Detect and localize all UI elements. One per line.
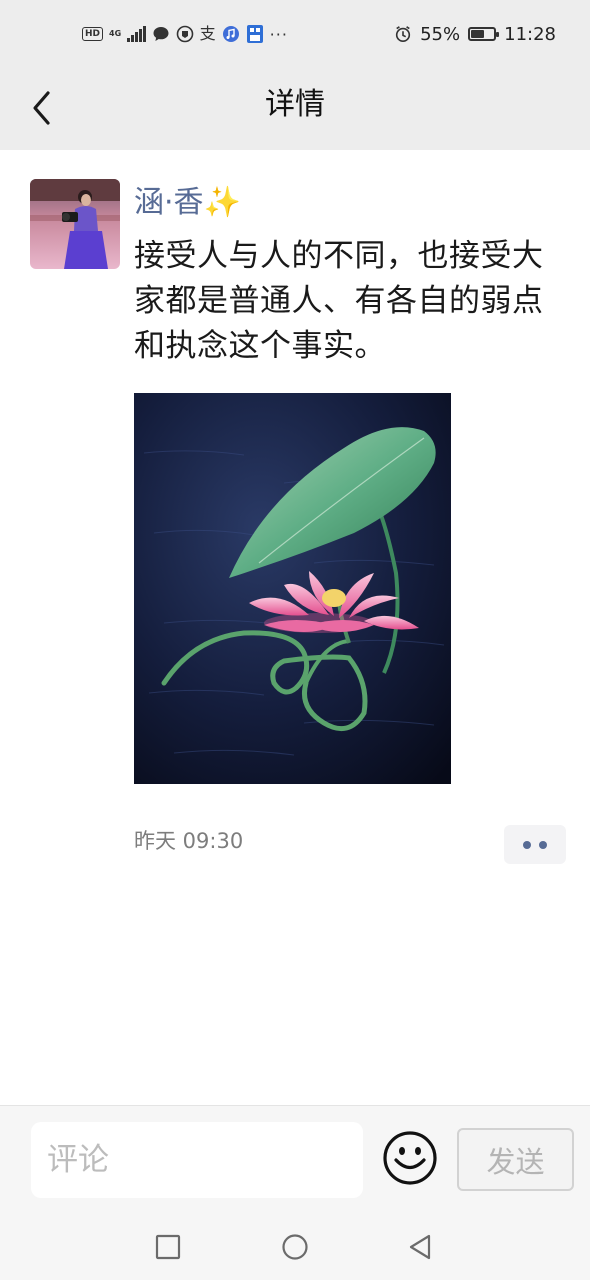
status-right-icons: 55% 11:28 (394, 22, 556, 46)
recents-button[interactable] (150, 1229, 186, 1265)
shield-app-icon (176, 25, 194, 43)
post-text: 接受人与人的不同，也接受大家都是普通人、有各自的弱点和执念这个事实。 (134, 238, 544, 364)
smiley-icon (383, 1131, 437, 1185)
top-navigation-bar: 详情 (0, 70, 590, 150)
system-back-button[interactable] (402, 1229, 438, 1265)
circle-icon (282, 1234, 308, 1260)
clock: 11:28 (504, 23, 556, 45)
battery-percent: 55% (420, 23, 461, 45)
author-avatar[interactable] (30, 179, 120, 269)
alarm-icon (394, 25, 412, 43)
author-name[interactable]: 涵·香✨ (134, 181, 241, 225)
post-image[interactable] (134, 393, 451, 784)
music-app-icon (222, 25, 240, 43)
more-notifications-icon: ··· (269, 24, 288, 44)
home-button[interactable] (277, 1229, 313, 1265)
post-timestamp: 昨天 09:30 (134, 829, 244, 853)
blue-app-icon (246, 25, 264, 43)
hd-icon: HD (82, 27, 104, 41)
emoji-button[interactable] (382, 1130, 438, 1186)
comment-input[interactable] (31, 1122, 363, 1198)
square-icon (155, 1234, 181, 1260)
send-button[interactable]: 发送 (457, 1128, 574, 1191)
triangle-back-icon (409, 1234, 431, 1260)
message-bubble-icon (152, 25, 170, 43)
battery-icon (468, 27, 500, 41)
more-options-button[interactable] (504, 825, 566, 864)
more-dots-icon (523, 840, 531, 849)
system-navigation-bar (0, 1215, 590, 1280)
page-title: 详情 (265, 87, 325, 122)
comment-bar: 发送 (0, 1105, 590, 1215)
network-type-icon: 4G (109, 29, 122, 38)
status-left-icons: HD 4G 支 ··· (82, 22, 288, 46)
signal-icon (127, 26, 146, 42)
alipay-icon: 支 (199, 24, 216, 43)
status-bar: HD 4G 支 ··· 55% 11:28 (0, 0, 590, 70)
